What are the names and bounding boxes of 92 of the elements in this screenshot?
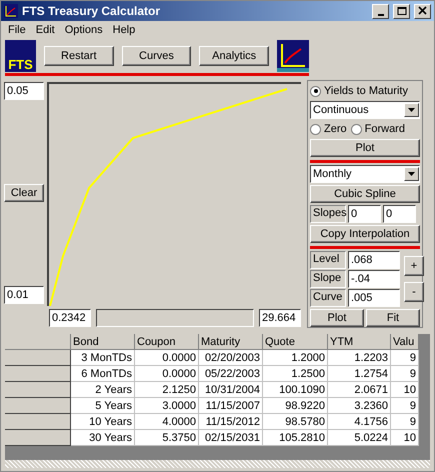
table-cell: 5 Years: [71, 398, 135, 414]
table-cell: 10: [391, 382, 419, 398]
maximize-icon: [396, 6, 407, 16]
table-cell: 11/15/2007: [199, 398, 263, 414]
table-cell: 10 Years: [71, 414, 135, 430]
dropdown[interactable]: Continuous: [310, 101, 420, 119]
parameter-field[interactable]: -.04: [348, 270, 400, 288]
step-button[interactable]: +: [404, 256, 424, 276]
column-header[interactable]: YTM: [328, 334, 391, 350]
copy-interpolation-button[interactable]: Copy Interpolation: [310, 225, 420, 243]
table-cell: 1.2500: [263, 366, 328, 382]
table-cell: 9: [391, 398, 419, 414]
table-cell: 98.9220: [263, 398, 328, 414]
table-cell: 3 MonTDs: [71, 350, 135, 366]
table-cell: 10/31/2004: [199, 382, 263, 398]
table-cell: 0.0000: [135, 366, 199, 382]
table-cell: 1.2203: [328, 350, 391, 366]
panel-button[interactable]: Plot: [310, 309, 364, 327]
x-max-field[interactable]: 29.664: [259, 309, 301, 327]
cubic-spline-button[interactable]: Cubic Spline: [310, 185, 420, 203]
table-cell: 3.2360: [328, 398, 391, 414]
table-cell: 11/15/2012: [199, 414, 263, 430]
y-max-field[interactable]: 0.05: [4, 82, 44, 100]
row-header[interactable]: [5, 382, 71, 398]
maximize-button[interactable]: [393, 4, 410, 18]
table-cell: 2.1250: [135, 382, 199, 398]
table-cell: 98.5780: [263, 414, 328, 430]
column-header[interactable]: Bond: [71, 334, 135, 350]
step-button[interactable]: -: [404, 282, 424, 302]
window-title: FTS Treasury Calculator: [22, 4, 162, 18]
parameter-label: Slope: [310, 270, 346, 288]
table-cell: 1.2754: [328, 366, 391, 382]
panel-button[interactable]: Fit: [366, 309, 420, 327]
table-cell: 100.1090: [263, 382, 328, 398]
close-icon: [417, 6, 428, 16]
minimize-icon: [378, 14, 384, 16]
column-header[interactable]: Coupon: [135, 334, 199, 350]
menu-item[interactable]: Edit: [32, 24, 58, 36]
table-cell: 02/15/2031: [199, 430, 263, 446]
slope-field[interactable]: 0: [348, 205, 381, 223]
row-header[interactable]: [5, 366, 71, 382]
minimize-button[interactable]: [372, 4, 389, 18]
parameter-field[interactable]: .005: [348, 289, 400, 307]
chart-logo-icon: [277, 40, 309, 72]
table-cell: 4.1756: [328, 414, 391, 430]
table-cell: 3.0000: [135, 398, 199, 414]
table-cell: 4.0000: [135, 414, 199, 430]
column-header[interactable]: Maturity: [199, 334, 263, 350]
table-cell: 9: [391, 414, 419, 430]
table-cell: 0.0000: [135, 350, 199, 366]
slopes-label: Slopes: [310, 205, 346, 223]
row-header[interactable]: [5, 430, 71, 446]
column-header[interactable]: Quote: [263, 334, 328, 350]
row-header[interactable]: [5, 414, 71, 430]
table-cell: 05/22/2003: [199, 366, 263, 382]
table-cell: 105.2810: [263, 430, 328, 446]
table-cell: 9: [391, 350, 419, 366]
table-cell: 9: [391, 366, 419, 382]
slope-field[interactable]: 0: [383, 205, 416, 223]
plot-button[interactable]: Plot: [310, 139, 420, 157]
parameter-label: Curve: [310, 289, 346, 307]
table-cell: 2 Years: [71, 382, 135, 398]
x-min-field[interactable]: 0.2342: [49, 309, 91, 327]
toolbar-button[interactable]: Restart: [44, 46, 114, 66]
horizontal-scrollbar[interactable]: [5, 460, 430, 468]
radio-button[interactable]: Forward: [350, 121, 405, 137]
menu-item[interactable]: Options: [62, 24, 106, 36]
menu-item[interactable]: File: [5, 24, 29, 36]
radio-button[interactable]: Zero: [310, 121, 347, 137]
app-chart-icon: [4, 4, 18, 18]
table-cell: 30 Years: [71, 430, 135, 446]
table-cell: 5.0224: [328, 430, 391, 446]
toolbar-button[interactable]: Curves: [122, 46, 192, 66]
table-cell: 2.0671: [328, 382, 391, 398]
row-header[interactable]: [5, 398, 71, 414]
logo: FTS: [5, 40, 36, 72]
parameter-label: Level: [310, 251, 346, 269]
table-cell: 6 MonTDs: [71, 366, 135, 382]
row-header[interactable]: [5, 350, 71, 366]
table-cell: 10: [391, 430, 419, 446]
toolbar-button[interactable]: Analytics: [199, 46, 269, 66]
table-cell: 02/20/2003: [199, 350, 263, 366]
table-cell: 1.2000: [263, 350, 328, 366]
dropdown[interactable]: Monthly: [310, 165, 420, 183]
menu-item[interactable]: Help: [110, 24, 138, 36]
y-min-field[interactable]: 0.01: [4, 286, 44, 304]
radio-button[interactable]: Yields to Maturity: [310, 83, 420, 99]
clear-button[interactable]: Clear: [4, 184, 44, 202]
close-button[interactable]: [414, 4, 431, 18]
table-cell: 5.3750: [135, 430, 199, 446]
parameter-field[interactable]: .068: [348, 251, 400, 269]
column-header[interactable]: Valu: [391, 334, 419, 350]
